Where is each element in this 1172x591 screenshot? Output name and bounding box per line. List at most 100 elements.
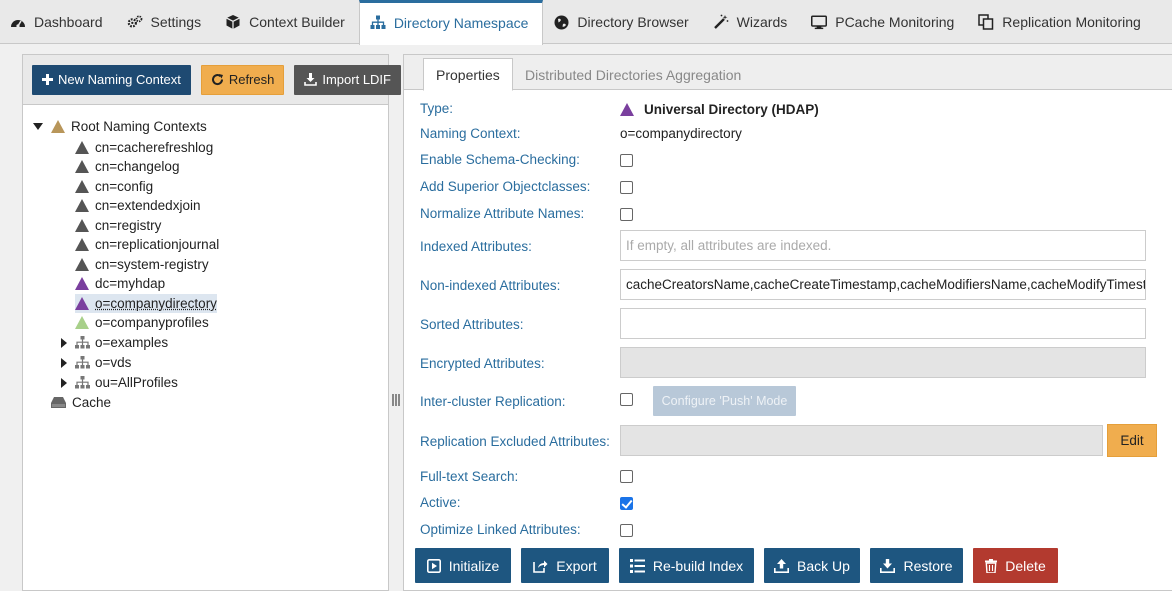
naming-context-label: Naming Context: — [420, 126, 521, 141]
tree-item[interactable]: cn=registry — [75, 216, 161, 235]
sitemap-icon — [75, 376, 90, 389]
rebuild-index-button[interactable]: Re-build Index — [619, 548, 754, 583]
hdap-triangle-icon — [75, 297, 89, 310]
delete-label: Delete — [1005, 558, 1045, 574]
sitemap-icon — [370, 15, 386, 31]
caret-right-icon[interactable] — [53, 338, 75, 348]
restore-button[interactable]: Restore — [870, 548, 963, 583]
tree-item[interactable]: cn=cacherefreshlog — [75, 138, 213, 157]
tree-item-selected[interactable]: o=companydirectory — [75, 294, 217, 313]
import-ldif-label: Import LDIF — [322, 72, 391, 87]
normalize-checkbox[interactable] — [620, 208, 633, 221]
hdap-triangle-icon — [620, 103, 634, 116]
triangle-icon — [75, 258, 89, 271]
upload-icon — [774, 559, 789, 573]
naming-context-panel: New Naming Context Refresh Import LDIF R… — [22, 54, 389, 591]
list-icon — [630, 559, 645, 573]
add-superior-checkbox[interactable] — [620, 181, 633, 194]
refresh-icon — [211, 73, 224, 86]
type-value: Universal Directory (HDAP) — [620, 102, 819, 117]
tab-directory-browser[interactable]: Directory Browser — [543, 0, 702, 44]
tree-item[interactable]: o=examples — [53, 333, 168, 352]
tab-distributed-directories-aggregation[interactable]: Distributed Directories Aggregation — [513, 58, 753, 91]
encrypted-attributes-label: Encrypted Attributes: — [420, 356, 545, 371]
rebuild-index-label: Re-build Index — [653, 558, 743, 574]
active-label: Active: — [420, 495, 461, 510]
export-button[interactable]: Export — [521, 548, 609, 583]
triangle-icon — [75, 199, 89, 212]
tree-root[interactable]: Root Naming Contexts — [31, 117, 207, 136]
sitemap-icon — [75, 336, 90, 349]
tree-item[interactable]: o=companyprofiles — [75, 313, 209, 332]
tree-item-label: cn=config — [95, 179, 153, 194]
caret-down-icon[interactable] — [31, 123, 45, 130]
tree-item[interactable]: cn=system-registry — [75, 255, 209, 274]
new-naming-context-button[interactable]: New Naming Context — [32, 65, 191, 95]
nonindexed-attributes-input[interactable]: cacheCreatorsName,cacheCreateTimestamp,c… — [620, 269, 1146, 300]
left-toolbar: New Naming Context Refresh Import LDIF — [23, 55, 388, 105]
tree-item-label: o=companydirectory — [95, 296, 217, 311]
tree-item[interactable]: o=vds — [53, 353, 131, 372]
refresh-label: Refresh — [229, 72, 275, 87]
fulltext-search-checkbox[interactable] — [620, 470, 633, 483]
initialize-button[interactable]: Initialize — [415, 548, 511, 583]
tree-item[interactable]: cn=replicationjournal — [75, 235, 219, 254]
tab-label: Directory Namespace — [394, 15, 529, 31]
back-up-button[interactable]: Back Up — [764, 548, 860, 583]
active-checkbox[interactable] — [620, 497, 633, 510]
profile-triangle-icon — [75, 316, 89, 329]
tab-label: Dashboard — [34, 14, 103, 30]
tree-item[interactable]: cn=changelog — [75, 157, 179, 176]
caret-right-icon[interactable] — [53, 358, 75, 368]
edit-button[interactable]: Edit — [1107, 424, 1157, 457]
import-ldif-button[interactable]: Import LDIF — [294, 65, 401, 95]
cube-icon — [225, 14, 241, 30]
tree-item[interactable]: dc=myhdap — [75, 274, 165, 293]
indexed-attributes-label: Indexed Attributes: — [420, 239, 532, 254]
root-triangle-icon — [51, 120, 65, 133]
tab-directory-namespace[interactable]: Directory Namespace — [359, 0, 544, 45]
indexed-attributes-input[interactable]: If empty, all attributes are indexed. — [620, 230, 1146, 261]
add-superior-label: Add Superior Objectclasses: — [420, 179, 590, 194]
triangle-icon — [75, 160, 89, 173]
tree-item[interactable]: cn=extendedxjoin — [75, 196, 200, 215]
triangle-icon — [75, 180, 89, 193]
schema-checking-checkbox[interactable] — [620, 154, 633, 167]
tree-item-label: ou=AllProfiles — [95, 375, 178, 390]
tab-pcache-monitoring[interactable]: PCache Monitoring — [801, 0, 968, 44]
tree-item-label: cn=registry — [95, 218, 161, 233]
tab-context-builder[interactable]: Context Builder — [215, 0, 359, 44]
export-icon — [533, 559, 548, 573]
refresh-button[interactable]: Refresh — [201, 65, 285, 95]
caret-right-icon[interactable] — [53, 378, 75, 388]
configure-push-mode-button[interactable]: Configure 'Push' Mode — [653, 386, 796, 416]
tab-properties[interactable]: Properties — [423, 58, 513, 91]
tree-cache[interactable]: Cache — [51, 393, 111, 412]
delete-button[interactable]: Delete — [973, 548, 1058, 583]
tab-label: Wizards — [737, 14, 788, 30]
play-square-icon — [427, 559, 441, 573]
tree-item[interactable]: cn=config — [75, 177, 153, 196]
tree-item-label: dc=myhdap — [95, 276, 165, 291]
normalize-label: Normalize Attribute Names: — [420, 206, 584, 221]
monitor-icon — [811, 14, 827, 30]
tab-label: PCache Monitoring — [835, 14, 954, 30]
tab-wizards[interactable]: Wizards — [703, 0, 802, 44]
tab-replication-monitoring[interactable]: Replication Monitoring — [968, 0, 1155, 44]
tree-item-label: o=examples — [95, 335, 168, 350]
dashboard-icon — [10, 14, 26, 30]
triangle-icon — [75, 238, 89, 251]
tree-item[interactable]: ou=AllProfiles — [53, 373, 178, 392]
tree-item-label: cn=changelog — [95, 159, 179, 174]
type-label: Type: — [420, 101, 453, 116]
panel-splitter-handle[interactable] — [392, 394, 400, 410]
tab-dashboard[interactable]: Dashboard — [0, 0, 117, 44]
optimize-linked-checkbox[interactable] — [620, 524, 633, 537]
schema-checking-label: Enable Schema-Checking: — [420, 152, 580, 167]
plus-icon — [42, 74, 53, 85]
sorted-attributes-input[interactable] — [620, 308, 1146, 339]
download-icon — [880, 559, 895, 573]
type-value-text: Universal Directory (HDAP) — [644, 102, 819, 117]
tab-settings[interactable]: Settings — [117, 0, 216, 44]
intercluster-replication-checkbox[interactable] — [620, 393, 633, 406]
